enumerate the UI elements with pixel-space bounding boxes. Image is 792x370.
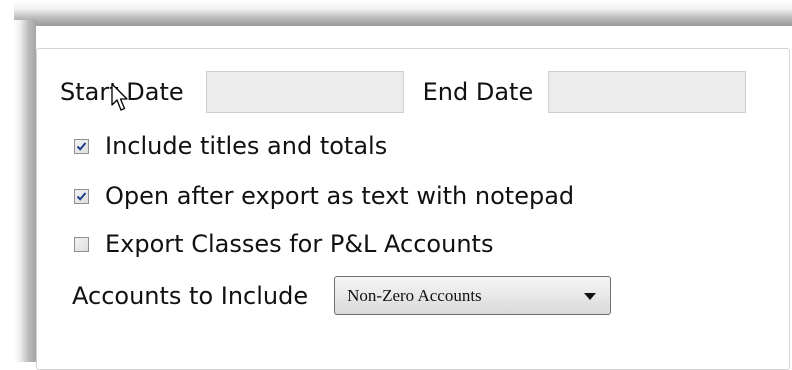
end-date-label: End Date [422,78,534,106]
export-classes-checkbox[interactable] [74,236,89,252]
export-classes-label: Export Classes for P&L Accounts [105,230,494,258]
accounts-row: Accounts to Include Non-Zero Accounts [72,276,612,315]
start-date-field[interactable] [205,71,404,113]
chevron-down-icon [584,293,597,300]
date-row: Start Date End Date [60,71,747,113]
accounts-dropdown-value: Non-Zero Accounts [347,285,482,305]
option-row-export-classes[interactable]: Export Classes for P&L Accounts [74,229,493,259]
accounts-dropdown[interactable]: Non-Zero Accounts [334,276,612,315]
include-titles-checkbox[interactable] [74,138,89,154]
option-row-titles-totals[interactable]: Include titles and totals [74,131,387,161]
accounts-to-include-label: Accounts to Include [72,281,309,310]
end-date-field[interactable] [548,71,747,113]
checkmark-icon [76,141,87,151]
option-row-open-notepad[interactable]: Open after export as text with notepad [74,181,574,211]
open-after-export-checkbox[interactable] [74,188,89,204]
checkmark-icon [76,191,87,201]
window-left-edge [14,20,36,362]
open-after-export-label: Open after export as text with notepad [105,182,575,210]
mouse-pointer-icon [111,83,128,111]
window-top-edge [14,0,792,26]
include-titles-label: Include titles and totals [105,132,388,160]
